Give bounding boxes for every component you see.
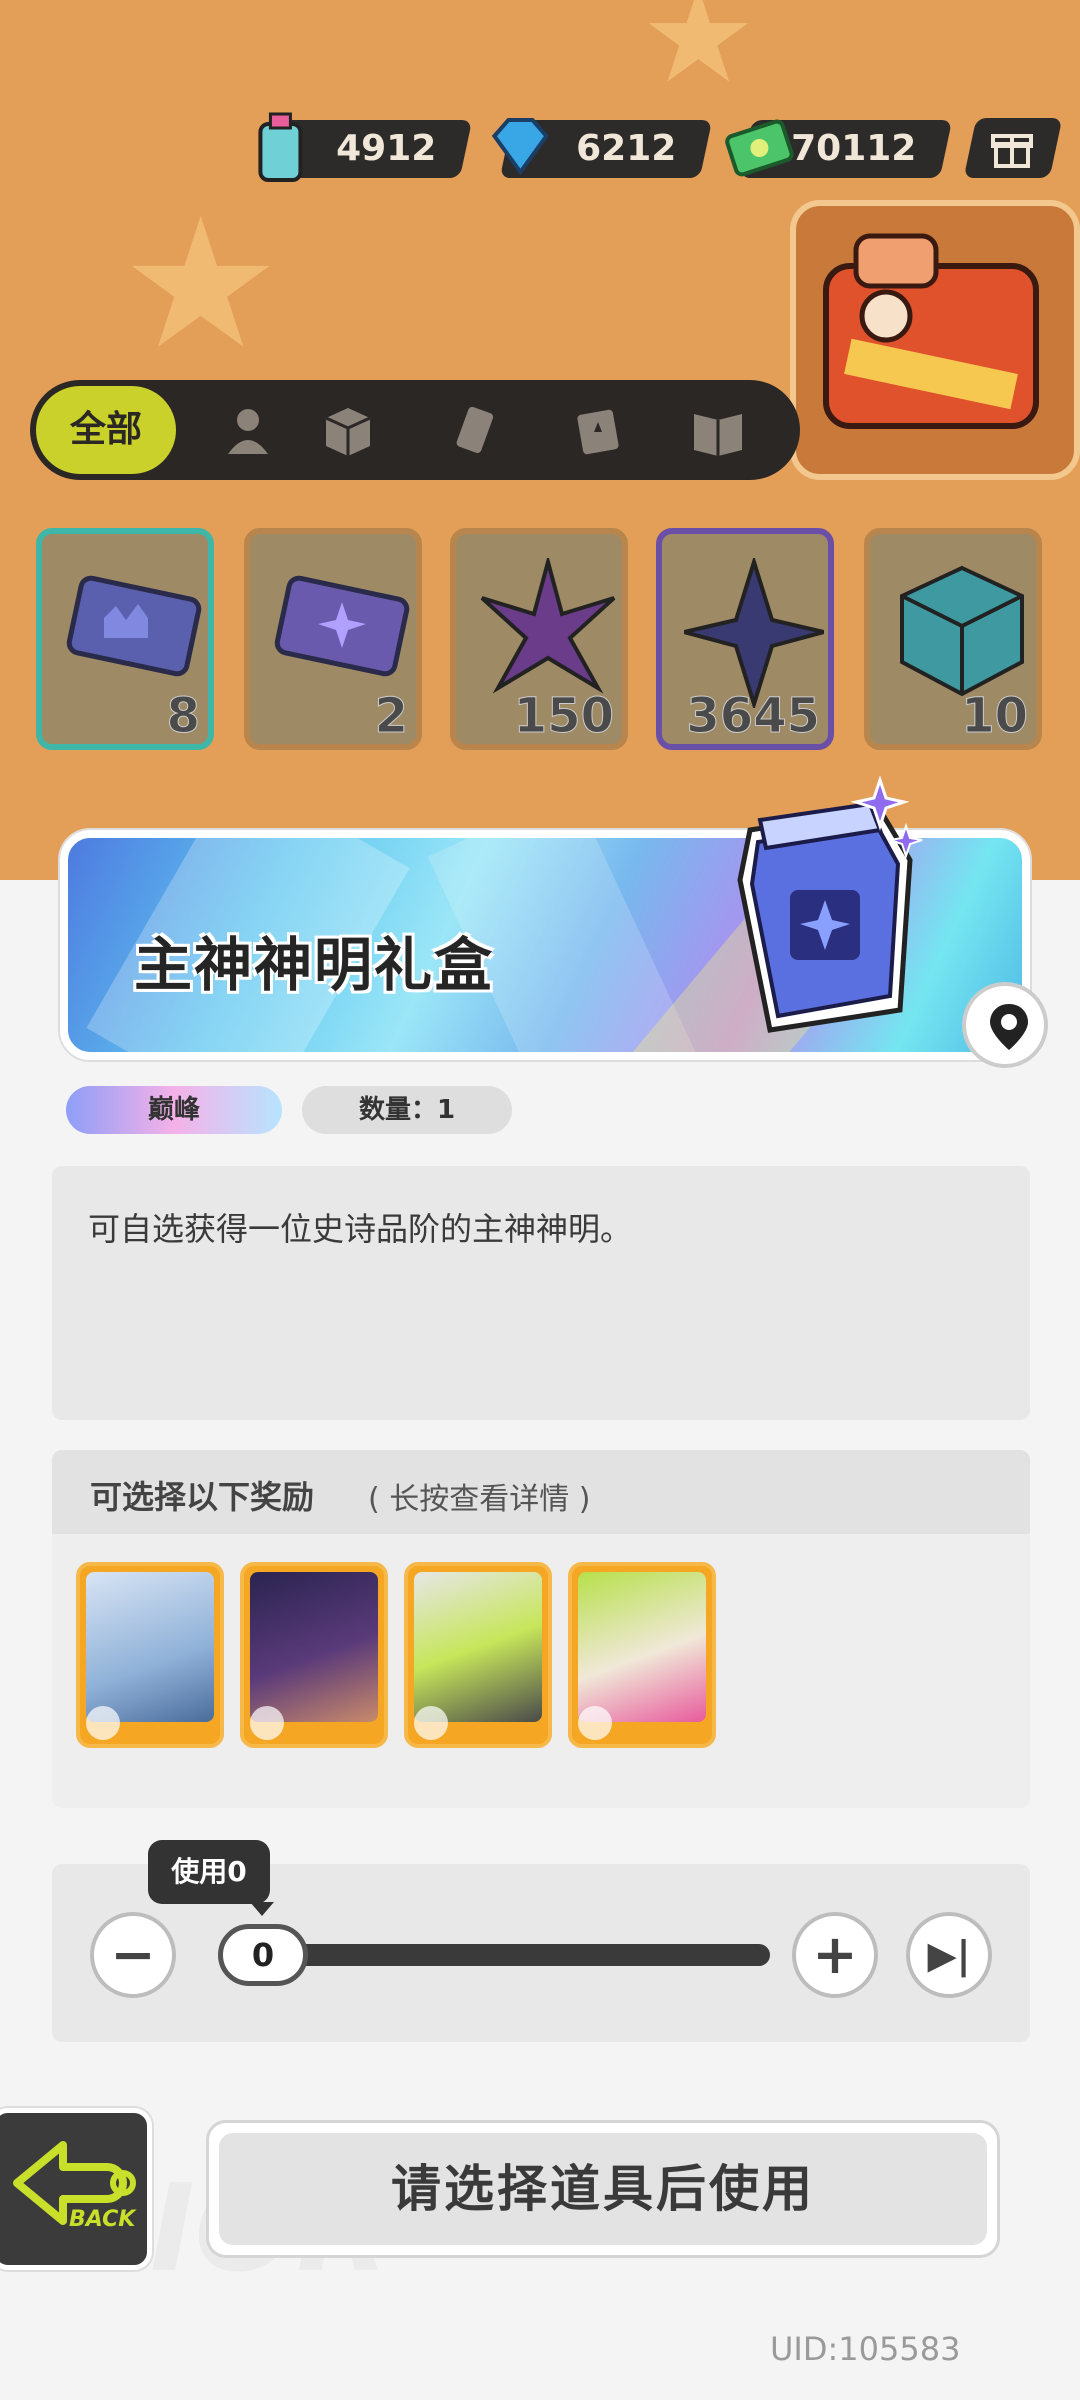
decrease-button[interactable]: − [90, 1912, 176, 1998]
key-icon [414, 1706, 448, 1740]
crystal-star-icon [684, 558, 824, 708]
cash-icon [724, 110, 794, 184]
currency-spray-value: 4912 [335, 128, 437, 169]
reward-option[interactable] [76, 1562, 224, 1748]
character-portrait [578, 1572, 706, 1722]
map-pin-icon [990, 1004, 1028, 1050]
usage-slider-thumb[interactable]: 0 [218, 1924, 308, 1986]
filter-all-tab[interactable]: 全部 [36, 386, 176, 474]
person-icon[interactable] [220, 402, 276, 458]
gift-button[interactable] [963, 118, 1063, 178]
plus-icon: + [812, 1923, 858, 1986]
inventory-item[interactable]: 2 [244, 528, 422, 750]
star-decoration: ★ [120, 180, 282, 389]
card-icon[interactable] [570, 402, 626, 458]
reward-selection-box: 可选择以下奖励 ( 长按查看详情 ) [52, 1450, 1030, 1808]
character-portrait [250, 1572, 378, 1722]
currency-cash-value: 70112 [790, 128, 917, 169]
rarity-badge: 巅峰 [66, 1086, 282, 1134]
reward-header: 可选择以下奖励 ( 长按查看详情 ) [52, 1450, 1030, 1534]
back-label: BACK [69, 2207, 136, 2232]
user-id: UID:105583 [770, 2330, 961, 2368]
skip-to-end-icon: ▶| [927, 1933, 971, 1977]
inventory-count: 10 [961, 688, 1029, 745]
increase-button[interactable]: + [792, 1912, 878, 1998]
character-portrait [414, 1572, 542, 1722]
deity-gift-box-icon [700, 760, 940, 1040]
max-button[interactable]: ▶| [906, 1912, 992, 1998]
gift-icon [991, 134, 1033, 168]
use-item-label: 请选择道具后使用 [219, 2133, 987, 2245]
ticket-crown-icon [66, 575, 202, 677]
promo-banner[interactable] [790, 200, 1080, 480]
use-item-button[interactable]: 请选择道具后使用 [206, 2120, 1000, 2258]
item-title: 主神神明礼盒 [134, 931, 495, 999]
background-inventory: ★ ★ 4912 6212 70112 全部 8 2 150 3645 10 [0, 0, 1080, 880]
inventory-count: 8 [166, 688, 200, 745]
currency-diamond[interactable]: 6212 [491, 118, 713, 178]
inventory-item[interactable]: 10 [864, 528, 1042, 750]
inventory-count: 2 [374, 688, 408, 745]
reward-title: 可选择以下奖励 [90, 1478, 315, 1516]
inventory-count: 150 [513, 688, 614, 745]
character-portrait [86, 1572, 214, 1722]
locate-button[interactable] [962, 982, 1048, 1068]
reward-option[interactable] [404, 1562, 552, 1748]
key-icon [578, 1706, 612, 1740]
spray-can-icon [244, 110, 314, 184]
item-description: 可自选获得一位史诗品阶的主神神明。 [88, 1210, 633, 1248]
inventory-item[interactable]: 150 [450, 528, 628, 750]
key-icon [250, 1706, 284, 1740]
star-decoration: ★ [640, 0, 757, 112]
book-icon[interactable] [690, 402, 746, 458]
usage-tooltip: 使用0 [148, 1840, 270, 1904]
reward-option[interactable] [568, 1562, 716, 1748]
box-icon[interactable] [320, 402, 376, 458]
reward-option[interactable] [240, 1562, 388, 1748]
inventory-item[interactable]: 3645 [656, 528, 834, 750]
back-button[interactable]: BACK [0, 2108, 152, 2270]
usage-slider-track[interactable] [272, 1944, 770, 1966]
quantity-badge: 数量：1 [302, 1086, 512, 1134]
reward-hint: ( 长按查看详情 ) [368, 1482, 591, 1517]
ticket-star-icon [274, 575, 410, 677]
leaf-star-icon [480, 558, 616, 694]
key-icon [86, 1706, 120, 1740]
cube-icon [900, 565, 1024, 697]
currency-spray[interactable]: 4912 [258, 112, 473, 182]
ticket-icon[interactable] [450, 402, 506, 458]
inventory-count: 3645 [686, 688, 821, 745]
world-chest-icon [823, 233, 1039, 429]
inventory-item[interactable]: 8 [36, 528, 214, 750]
tooltip-arrow [250, 1902, 274, 1916]
currency-diamond-value: 6212 [575, 128, 677, 169]
minus-icon: − [110, 1923, 156, 1986]
description-box: 可自选获得一位史诗品阶的主神神明。 [52, 1166, 1030, 1420]
currency-cash[interactable]: 70112 [725, 119, 953, 178]
diamond-icon [484, 110, 554, 184]
category-filter-bar: 全部 [30, 380, 800, 480]
